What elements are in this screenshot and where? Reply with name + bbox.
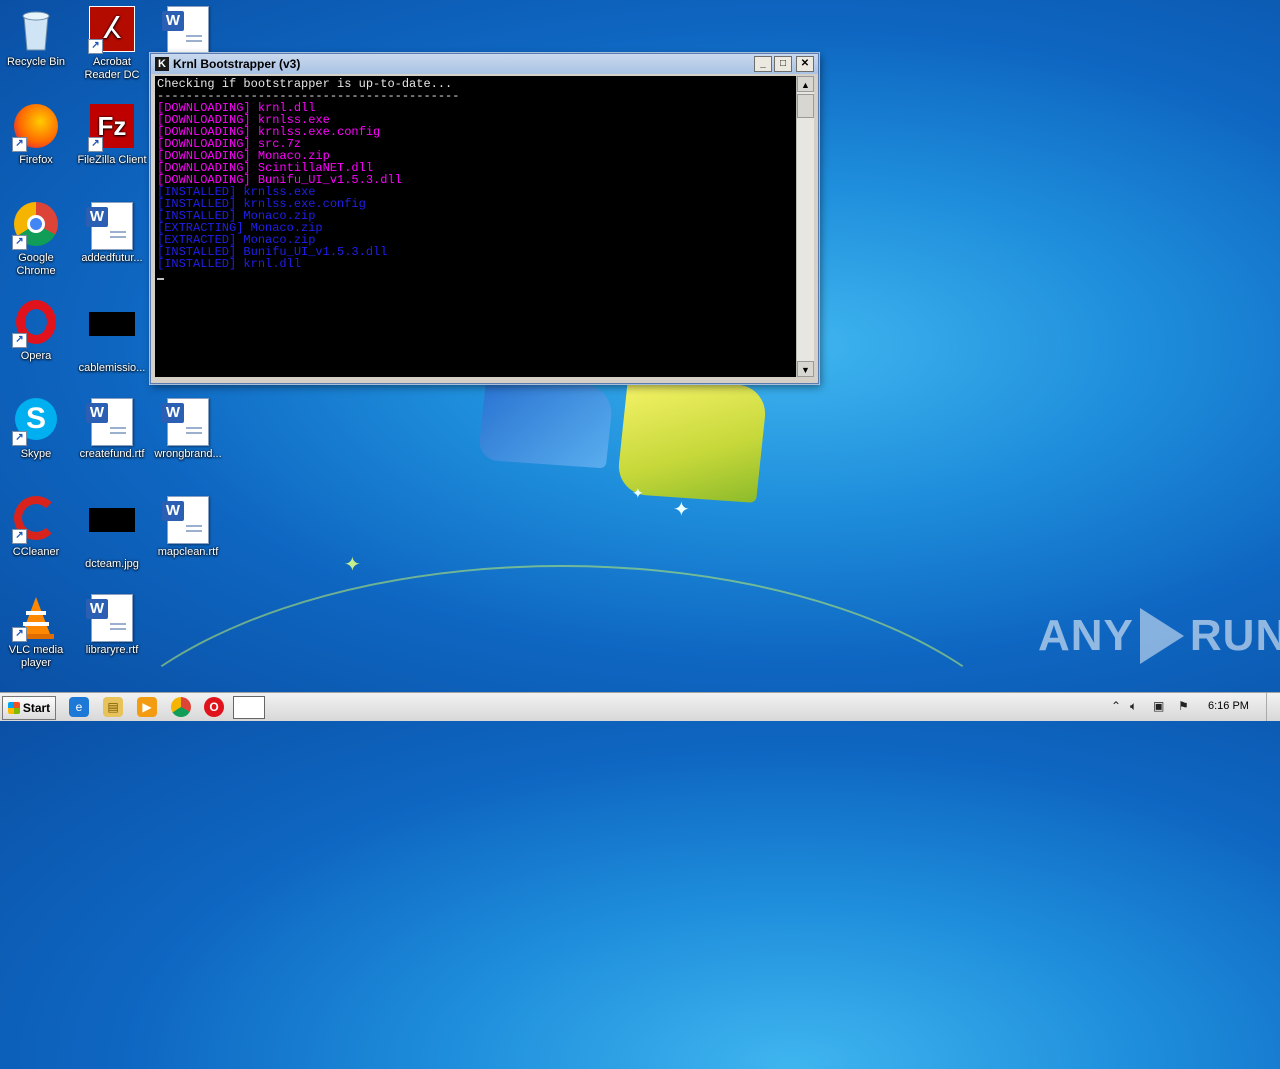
console-output[interactable]: Checking if bootstrapper is up-to-date..…	[155, 76, 796, 377]
sparkle-icon: ✦	[632, 485, 644, 501]
file-explorer-icon[interactable]: ▤	[103, 697, 123, 717]
shortcut-arrow-icon: ↗	[12, 333, 27, 348]
play-logo-icon	[1139, 608, 1184, 664]
desktop-icon-vlc[interactable]: ↗ VLC media player	[0, 594, 74, 670]
desktop-icon-wrongbrand[interactable]: W wrongbrand...	[150, 398, 226, 461]
desktop-icon-skype[interactable]: S ↗ Skype	[0, 398, 74, 461]
taskbar: Start e ▤ ▶ O ⌃ 🔈︎ ▣ ⚑ 6:16 PM	[0, 692, 1280, 721]
ccleaner-icon: ↗	[12, 496, 60, 544]
desktop-icon-label: Firefox	[19, 154, 53, 166]
desktop-icon-firefox[interactable]: ↗ Firefox	[0, 104, 74, 167]
desktop-icon-cablemission[interactable]: cablemissio...	[74, 300, 150, 375]
firefox-icon: ↗	[12, 104, 60, 152]
desktop-icon-label: Skype	[20, 448, 52, 460]
wallpaper-arc	[60, 565, 1064, 1069]
vlc-cone-icon: ↗	[12, 594, 60, 642]
desktop-icon-acrobat[interactable]: ⵃ ↗ Acrobat Reader DC	[74, 6, 150, 82]
anyrun-watermark: ANY RUN	[1038, 608, 1280, 664]
scroll-up-arrow-icon[interactable]: ▲	[797, 76, 814, 92]
desktop-icon-mapclean[interactable]: W mapclean.rtf	[150, 496, 226, 559]
desktop-icon-label: Acrobat Reader DC	[84, 56, 140, 81]
shortcut-arrow-icon: ↗	[12, 529, 27, 544]
console-cursor	[157, 270, 796, 282]
file-icon	[88, 312, 136, 360]
desktop-icon-filezilla[interactable]: Fz ↗ FileZilla Client	[74, 104, 150, 167]
opera-taskbar-icon[interactable]: O	[204, 697, 224, 717]
scrollbar-thumb[interactable]	[797, 94, 814, 118]
desktop-icon-word-doc-top[interactable]: W	[150, 6, 226, 56]
acrobat-icon: ⵃ ↗	[88, 6, 136, 54]
word-document-icon: W	[86, 594, 136, 642]
show-hidden-icons-icon[interactable]: ⌃	[1111, 699, 1121, 713]
window-title: Krnl Bootstrapper (v3)	[173, 57, 301, 71]
desktop-icon-recycle-bin[interactable]: Recycle Bin	[0, 6, 74, 69]
action-center-flag-icon[interactable]: ⚑	[1178, 699, 1189, 713]
desktop-icon-label: dcteam.jpg	[85, 558, 139, 570]
desktop-icon-label: cablemissio...	[78, 362, 146, 374]
desktop-icon-label: Opera	[20, 350, 52, 362]
desktop-icon-label: wrongbrand...	[154, 448, 222, 460]
krnl-app-icon: K	[155, 57, 169, 71]
shortcut-arrow-icon: ↗	[12, 627, 27, 642]
file-icon	[88, 508, 136, 556]
close-button[interactable]: ✕	[796, 56, 814, 72]
network-icon[interactable]: ▣	[1153, 699, 1164, 713]
minimize-button[interactable]: _	[754, 56, 772, 72]
word-document-icon: W	[162, 496, 212, 544]
start-label: Start	[22, 701, 51, 715]
start-button[interactable]: Start	[2, 696, 56, 720]
word-document-icon: W	[86, 202, 136, 250]
speaker-icon[interactable]: 🔈︎	[1130, 699, 1137, 714]
maximize-button[interactable]: □	[774, 56, 792, 72]
desktop-icon-label: CCleaner	[12, 546, 60, 558]
desktop-icon-label: VLC media player	[8, 644, 64, 669]
scroll-down-arrow-icon[interactable]: ▼	[797, 361, 814, 377]
media-player-icon[interactable]: ▶	[137, 697, 157, 717]
desktop-icon-label: addedfutur...	[81, 252, 143, 264]
clock[interactable]: 6:16 PM	[1208, 700, 1249, 712]
recycle-bin-icon	[12, 6, 60, 54]
window-titlebar[interactable]: K Krnl Bootstrapper (v3) _ □ ✕	[151, 54, 818, 74]
internet-explorer-icon[interactable]: e	[69, 697, 89, 717]
desktop-icon-ccleaner[interactable]: ↗ CCleaner	[0, 496, 74, 559]
desktop-icon-label: Recycle Bin	[6, 56, 66, 68]
word-document-icon: W	[86, 398, 136, 446]
desktop-icon-addedfuture[interactable]: W addedfutur...	[74, 202, 150, 265]
shortcut-arrow-icon: ↗	[12, 431, 27, 446]
console-scrollbar[interactable]: ▲ ▼	[796, 76, 814, 377]
show-desktop-button[interactable]	[1266, 693, 1280, 721]
word-document-icon: W	[162, 398, 212, 446]
console-line: [INSTALLED] krnl.dll	[157, 257, 302, 271]
shortcut-arrow-icon: ↗	[88, 137, 103, 152]
desktop-icon-label: FileZilla Client	[77, 154, 147, 166]
shortcut-arrow-icon: ↗	[12, 137, 27, 152]
shortcut-arrow-icon: ↗	[88, 39, 103, 54]
shortcut-arrow-icon: ↗	[12, 235, 27, 250]
taskbar-window-button[interactable]	[233, 696, 265, 719]
filezilla-icon: Fz ↗	[88, 104, 136, 152]
desktop-icon-label: createfund.rtf	[79, 448, 145, 460]
watermark-right: RUN	[1189, 611, 1280, 660]
desktop-icon-libraryre[interactable]: W libraryre.rtf	[74, 594, 150, 657]
krnl-bootstrapper-window[interactable]: K Krnl Bootstrapper (v3) _ □ ✕ Checking …	[150, 53, 819, 384]
chrome-taskbar-icon[interactable]	[171, 697, 191, 717]
wallpaper-logo-blue	[477, 377, 615, 469]
opera-icon: ↗	[12, 300, 60, 348]
skype-icon: S ↗	[12, 398, 60, 446]
desktop-icon-opera[interactable]: ↗ Opera	[0, 300, 74, 363]
word-document-icon: W	[162, 6, 212, 54]
windows-logo-icon	[7, 702, 20, 714]
desktop-icon-label: libraryre.rtf	[85, 644, 139, 656]
desktop-icon-label: Google Chrome	[16, 252, 56, 277]
desktop-icon-chrome[interactable]: ↗ Google Chrome	[0, 202, 74, 278]
watermark-left: ANY	[1038, 611, 1134, 660]
desktop-icon-createfund[interactable]: W createfund.rtf	[74, 398, 150, 461]
sparkle-icon: ✦	[344, 554, 361, 576]
chrome-icon: ↗	[12, 202, 60, 250]
sparkle-icon: ✦	[673, 499, 690, 521]
desktop-icon-label: mapclean.rtf	[157, 546, 219, 558]
desktop-icon-dcteam[interactable]: dcteam.jpg	[74, 496, 150, 571]
